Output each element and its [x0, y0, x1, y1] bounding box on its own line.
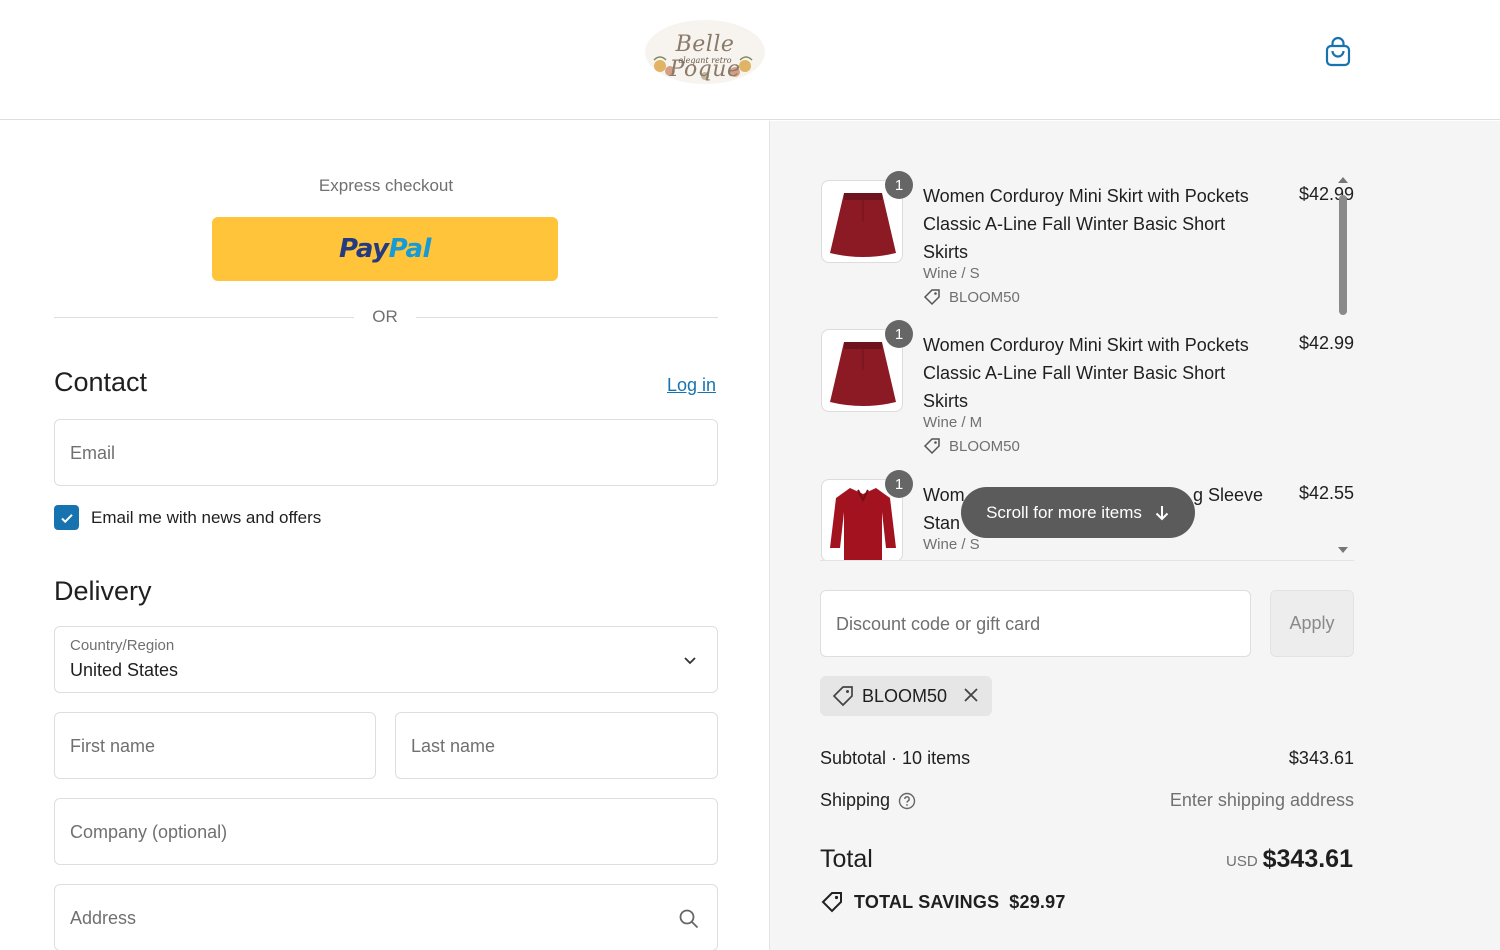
paypal-logo-pay: Pay: [339, 234, 389, 264]
savings-tag-icon: [821, 892, 842, 913]
paypal-logo: PayPal: [339, 234, 431, 264]
or-text: OR: [372, 307, 398, 326]
item-discount-code-text: BLOOM50: [949, 288, 1020, 306]
cart-scrollbar[interactable]: [1336, 175, 1350, 563]
cart-bag-button[interactable]: [1320, 34, 1356, 70]
applied-discount-chip: BLOOM50: [820, 676, 992, 716]
search-icon: [679, 909, 699, 929]
express-checkout-label: Express checkout: [318, 176, 454, 195]
tag-icon: [923, 438, 940, 455]
country-label: Country/Region: [70, 637, 175, 654]
tag-icon: [923, 289, 940, 306]
product-name: Women Corduroy Mini Skirt with Pockets C…: [923, 186, 1249, 262]
scroll-hint-text: Scroll for more items: [986, 502, 1142, 522]
applied-discount-code: BLOOM50: [862, 685, 948, 706]
cart-item: 1 Women Corduroy Mini Skirt with Pockets…: [820, 320, 1354, 460]
close-icon[interactable]: [962, 686, 980, 704]
total-savings: TOTAL SAVINGS $29.97: [820, 890, 1066, 914]
quantity-badge: 1: [885, 470, 913, 498]
login-link[interactable]: Log in: [667, 375, 716, 396]
first-name-placeholder: First name: [70, 736, 156, 756]
cart-item: 1 Women Corduroy Mini Skirt with Pockets…: [820, 171, 1354, 311]
email-field[interactable]: Email: [54, 419, 718, 486]
scroll-down-arrow-icon[interactable]: [1337, 545, 1349, 555]
shipping-row: Shipping Enter shipping address: [820, 790, 1354, 811]
product-name-fragment: Wom: [923, 485, 965, 505]
quantity-badge: 1: [885, 171, 913, 199]
company-placeholder: Company (optional): [70, 822, 228, 842]
product-name-fragment: g Sleeve: [1192, 485, 1263, 505]
address-placeholder: Address: [70, 908, 137, 928]
logo-subtext: elegant retro: [678, 56, 732, 65]
paypal-button[interactable]: PayPal: [212, 217, 558, 281]
subtotal-value: $343.61: [1288, 748, 1354, 768]
discount-code-input[interactable]: Discount code or gift card: [820, 590, 1251, 657]
total-amount: $343.61: [1262, 845, 1353, 873]
first-name-field[interactable]: First name: [54, 712, 376, 779]
checkout-form-column: Express checkout PayPal OR Contact Log i…: [0, 121, 769, 950]
newsletter-label: Email me with news and offers: [91, 508, 322, 527]
shipping-value: Enter shipping address: [1169, 790, 1354, 810]
shipping-label: Shipping: [820, 790, 891, 810]
company-field[interactable]: Company (optional): [54, 798, 718, 865]
scroll-for-more-button[interactable]: Scroll for more items: [961, 487, 1195, 538]
total-label: Total: [820, 845, 873, 873]
product-name: Women Corduroy Mini Skirt with Pockets C…: [923, 335, 1249, 411]
scroll-up-arrow-icon[interactable]: [1337, 175, 1349, 185]
product-variant: Wine / S: [923, 536, 980, 553]
quantity-badge: 1: [885, 320, 913, 348]
email-placeholder: Email: [70, 443, 116, 463]
chevron-down-icon: [684, 657, 696, 665]
tag-icon: [832, 686, 853, 707]
last-name-placeholder: Last name: [411, 736, 496, 756]
arrow-down-icon: [1155, 505, 1169, 520]
apply-discount-button[interactable]: Apply: [1270, 590, 1354, 657]
newsletter-checkbox[interactable]: [54, 505, 79, 530]
product-variant: Wine / S: [923, 265, 980, 282]
item-discount-code-text: BLOOM50: [949, 437, 1020, 455]
country-value: United States: [70, 660, 179, 680]
paypal-logo-pal: Pal: [388, 234, 432, 264]
item-discount-code: BLOOM50: [923, 437, 1020, 455]
country-select[interactable]: Country/Region United States: [54, 626, 718, 693]
product-variant: Wine / M: [923, 414, 983, 431]
contact-heading: Contact: [54, 367, 148, 397]
delivery-heading: Delivery: [54, 576, 152, 606]
savings-label: TOTAL SAVINGS: [854, 891, 1000, 912]
store-logo[interactable]: Belle Poque elegant retro: [640, 16, 770, 88]
header: Belle Poque elegant retro: [0, 0, 1500, 120]
help-circle-icon[interactable]: [898, 792, 916, 810]
discount-placeholder: Discount code or gift card: [836, 614, 1041, 634]
scrollbar-thumb[interactable]: [1339, 195, 1347, 315]
divider-line: [416, 317, 718, 318]
shopping-bag-icon: [1325, 36, 1351, 67]
checkbox-check-icon: [60, 513, 73, 523]
order-summary-column: 1 Women Corduroy Mini Skirt with Pockets…: [769, 121, 1500, 950]
last-name-field[interactable]: Last name: [395, 712, 718, 779]
cart-items-list[interactable]: 1 Women Corduroy Mini Skirt with Pockets…: [820, 171, 1354, 561]
item-discount-code: BLOOM50: [923, 288, 1020, 306]
subtotal-row: Subtotal · 10 items $343.61: [820, 748, 1354, 769]
subtotal-label: Subtotal · 10 items: [820, 748, 971, 768]
address-field[interactable]: Address: [54, 884, 718, 950]
savings-value: $29.97: [1009, 891, 1066, 912]
total-currency: USD: [1226, 853, 1258, 870]
or-divider: OR: [54, 306, 718, 330]
divider-line: [54, 317, 354, 318]
